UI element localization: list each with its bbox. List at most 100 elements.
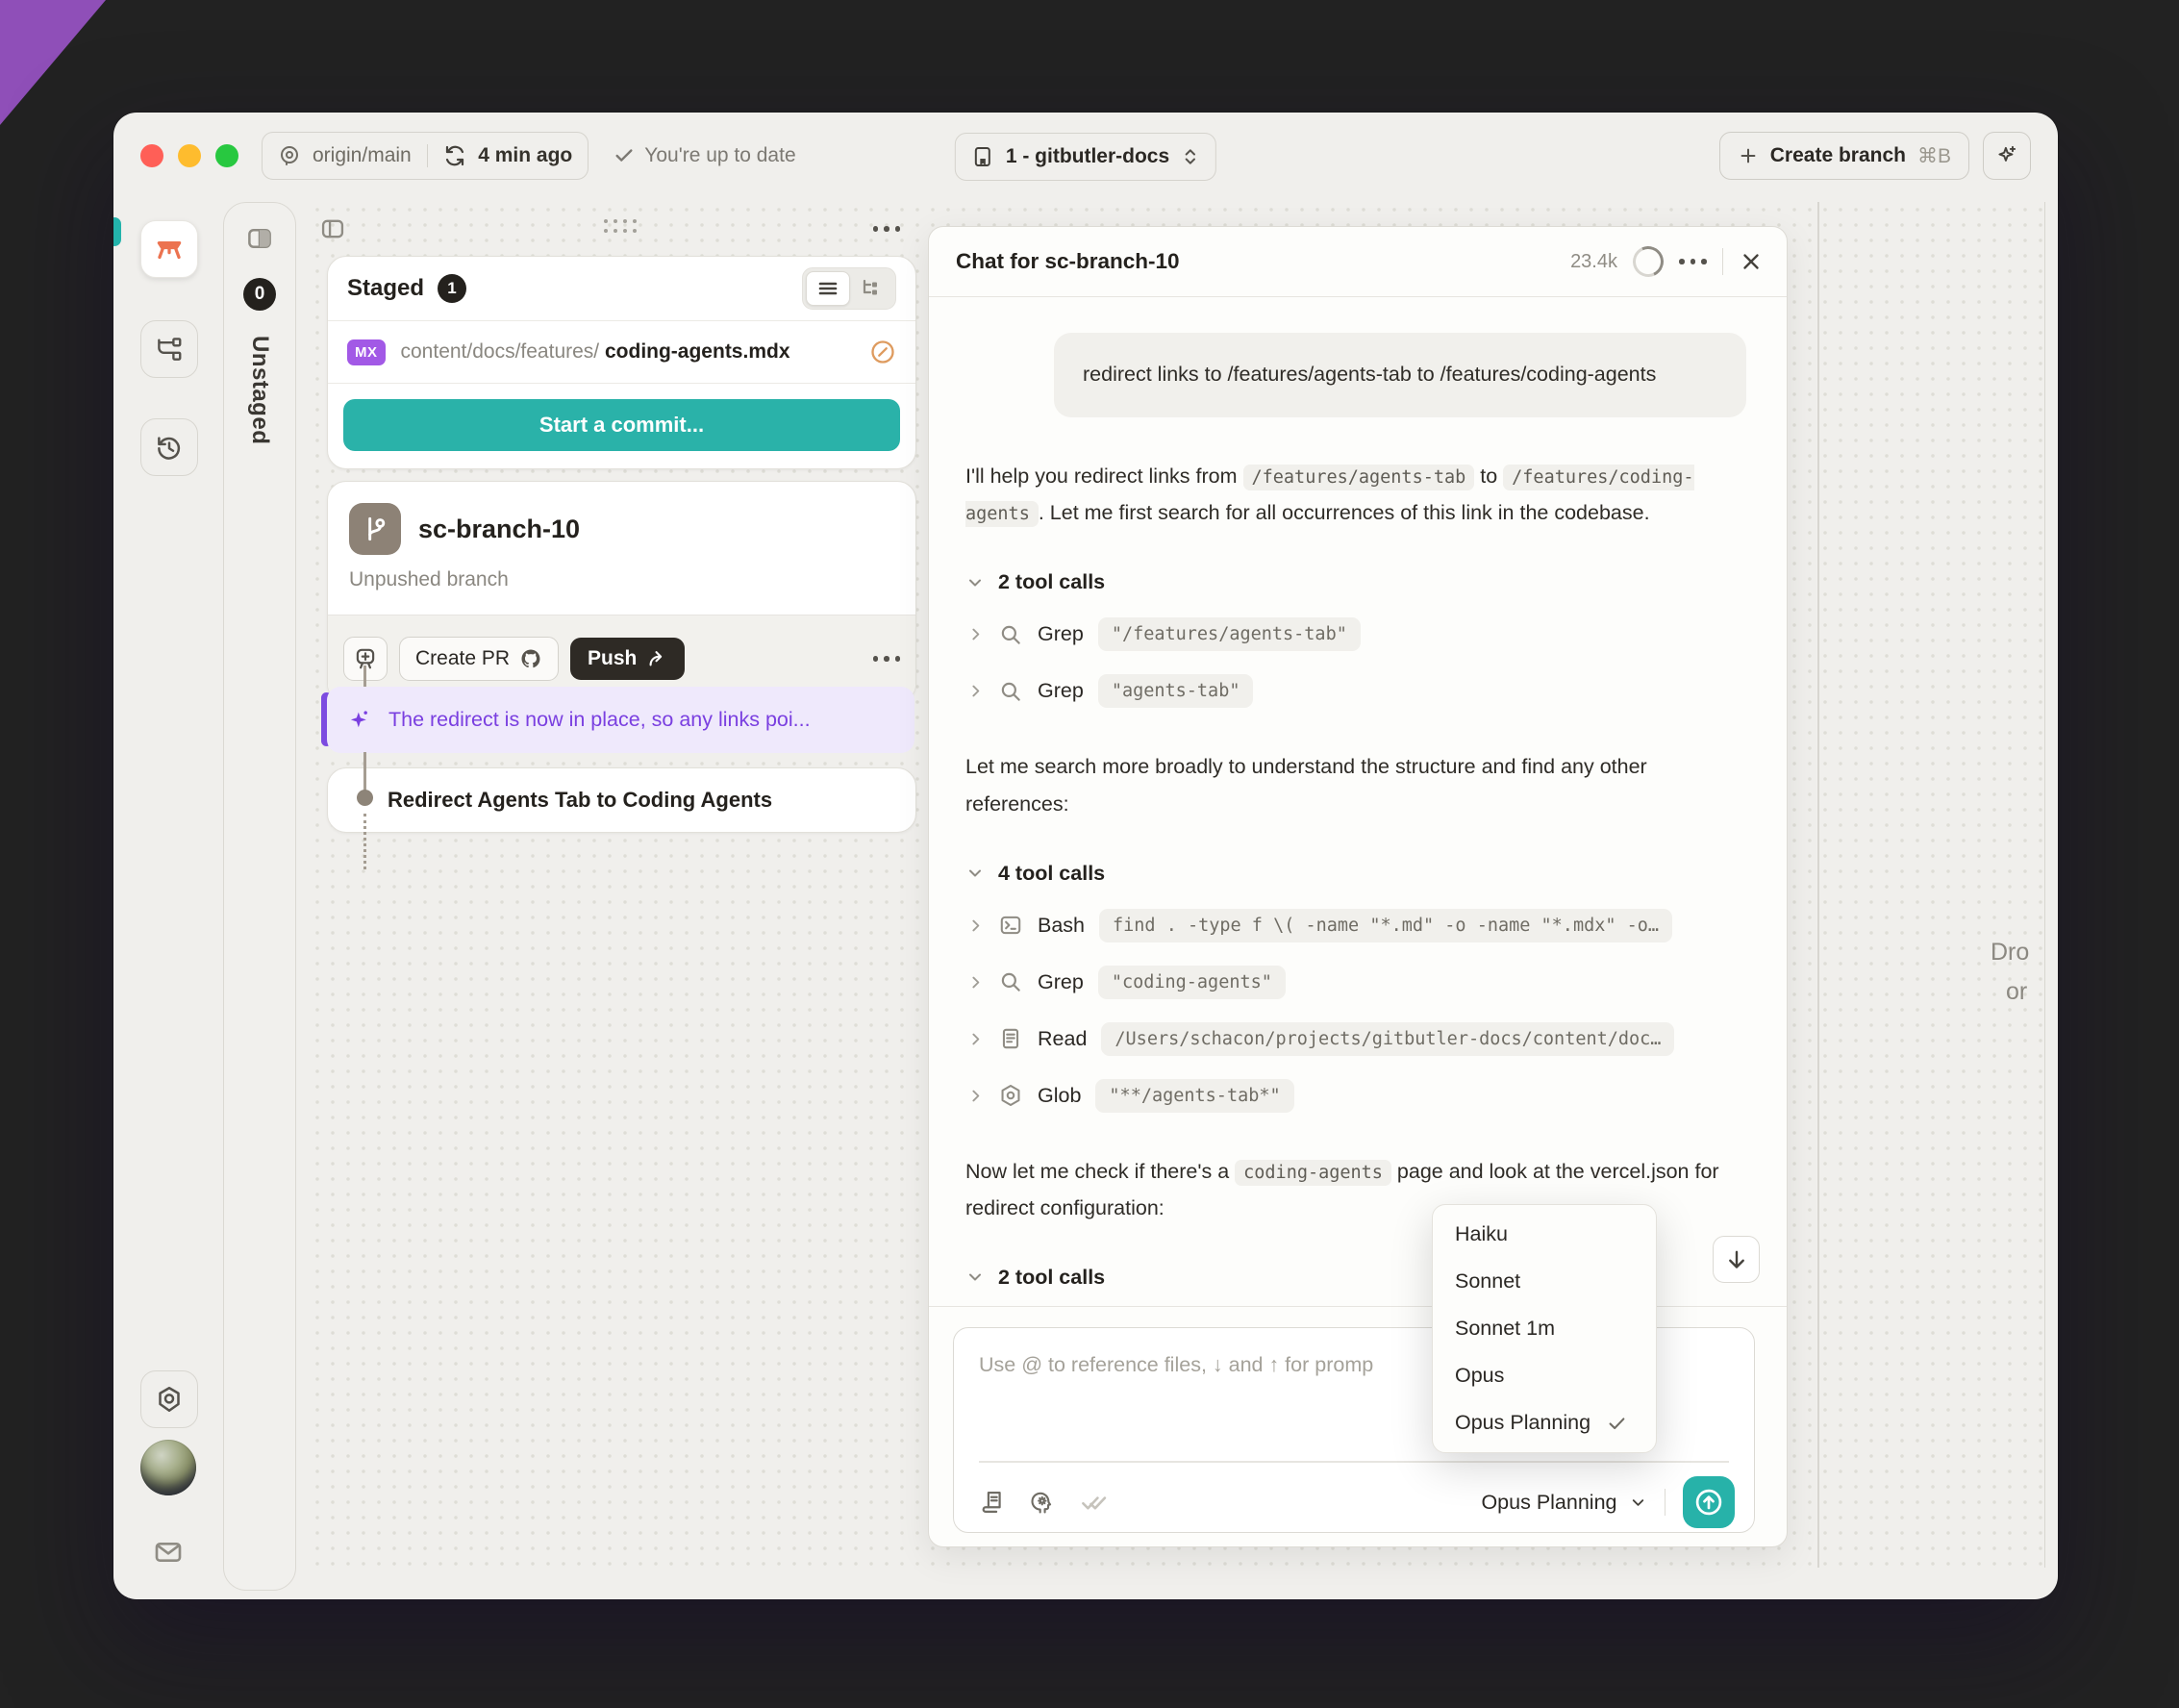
titlebar: origin/main 4 min ago You're up to date bbox=[113, 113, 2058, 199]
staged-title: Staged bbox=[347, 275, 425, 301]
chevron-down-icon bbox=[1632, 1498, 1643, 1506]
minimize-window-button[interactable] bbox=[178, 144, 201, 167]
commit-dot bbox=[357, 790, 373, 806]
push-button[interactable]: Push bbox=[570, 638, 686, 680]
token-count: 23.4k bbox=[1570, 250, 1617, 272]
feedback-button[interactable] bbox=[140, 1524, 196, 1580]
history-icon bbox=[158, 437, 181, 460]
tool-call-row[interactable]: Read /Users/schacon/projects/gitbutler-d… bbox=[965, 1021, 1746, 1056]
settings-button[interactable] bbox=[140, 1370, 198, 1428]
list-view-button[interactable] bbox=[806, 271, 850, 306]
staged-file-row[interactable]: MX content/docs/features/ coding-agents.… bbox=[328, 321, 915, 384]
commit-graph-line bbox=[363, 752, 366, 792]
staged-card: Staged 1 MX content/docs/features/ codin… bbox=[327, 256, 916, 469]
tool-arg-chip: /Users/schacon/projects/gitbutler-docs/c… bbox=[1101, 1021, 1675, 1056]
prompt-templates-icon[interactable] bbox=[979, 1489, 1006, 1516]
hexagon-glob-icon bbox=[1001, 1085, 1020, 1107]
divider bbox=[929, 1305, 1787, 1307]
send-button[interactable] bbox=[1683, 1476, 1735, 1528]
sidebar-item-branches[interactable] bbox=[140, 320, 198, 378]
ai-summary-row[interactable]: The redirect is now in place, so any lin… bbox=[327, 687, 914, 753]
tool-group-header[interactable]: 4 tool calls bbox=[965, 862, 1746, 886]
remote-name: origin/main bbox=[313, 144, 412, 166]
sync-icon bbox=[443, 144, 466, 167]
model-option-opus[interactable]: Opus bbox=[1433, 1352, 1656, 1399]
chat-header: Chat for sc-branch-10 23.4k bbox=[929, 227, 1787, 297]
divider bbox=[1664, 1489, 1666, 1516]
sidebar-item-history[interactable] bbox=[140, 418, 198, 476]
gitbutler-window: origin/main 4 min ago You're up to date bbox=[113, 113, 2058, 1599]
tool-call-row[interactable]: Glob "**/agents-tab*" bbox=[965, 1078, 1746, 1113]
avatar[interactable] bbox=[140, 1440, 196, 1495]
chat-messages[interactable]: redirect links to /features/agents-tab t… bbox=[929, 296, 1787, 1307]
branch-badge-icon bbox=[349, 503, 401, 555]
double-check-icon[interactable] bbox=[1079, 1488, 1108, 1517]
model-option-haiku[interactable]: Haiku bbox=[1433, 1211, 1656, 1258]
fetch-status-pill[interactable]: origin/main 4 min ago bbox=[262, 132, 589, 180]
chat-menu-button[interactable] bbox=[1679, 259, 1707, 264]
lane-menu-button[interactable] bbox=[872, 226, 900, 232]
zoom-window-button[interactable] bbox=[215, 144, 238, 167]
project-selector[interactable]: 1 - gitbutler-docs bbox=[954, 133, 1217, 181]
sidebar-item-workspace[interactable] bbox=[140, 220, 198, 278]
chevron-updown-icon bbox=[1181, 147, 1200, 166]
branches-icon bbox=[158, 338, 182, 361]
tool-arg-chip: "/features/agents-tab" bbox=[1097, 617, 1361, 652]
staged-header: Staged 1 bbox=[328, 257, 915, 321]
model-option-sonnet[interactable]: Sonnet bbox=[1433, 1258, 1656, 1305]
chevron-right-icon bbox=[972, 1033, 980, 1044]
desktop-wallpaper: origin/main 4 min ago You're up to date bbox=[0, 0, 2179, 1708]
chevron-right-icon bbox=[972, 685, 980, 697]
search-icon bbox=[1001, 682, 1020, 701]
model-selector[interactable]: Opus Planning bbox=[1481, 1491, 1646, 1515]
scroll-to-bottom-button[interactable] bbox=[1713, 1236, 1760, 1283]
document-icon bbox=[1002, 1028, 1019, 1049]
traffic-lights bbox=[140, 144, 238, 167]
remote-icon bbox=[278, 144, 301, 167]
ai-model-brain-icon[interactable] bbox=[1029, 1489, 1056, 1516]
terminal-icon bbox=[1000, 916, 1021, 935]
tool-group-header[interactable]: 2 tool calls bbox=[965, 570, 1746, 594]
expand-panel-icon[interactable] bbox=[245, 224, 274, 253]
plus-icon bbox=[1738, 145, 1759, 166]
model-option-sonnet-1m[interactable]: Sonnet 1m bbox=[1433, 1305, 1656, 1352]
start-commit-button[interactable]: Start a commit... bbox=[343, 399, 900, 451]
user-message-bubble: redirect links to /features/agents-tab t… bbox=[1054, 333, 1746, 417]
tool-call-group: 2 tool calls Grep "/features/agents-tab"… bbox=[965, 570, 1746, 709]
unstaged-label: Unstaged bbox=[247, 336, 273, 445]
close-chat-button[interactable] bbox=[1739, 249, 1764, 274]
create-branch-shortcut: ⌘B bbox=[1916, 144, 1951, 167]
assistant-paragraph: I'll help you redirect links from /featu… bbox=[965, 458, 1746, 532]
drag-handle[interactable] bbox=[604, 219, 642, 239]
tool-call-row[interactable]: Grep "agents-tab" bbox=[965, 674, 1746, 709]
check-icon bbox=[1609, 1417, 1625, 1429]
collapse-panel-icon[interactable] bbox=[319, 215, 346, 242]
close-window-button[interactable] bbox=[140, 144, 163, 167]
tree-view-button[interactable] bbox=[850, 271, 892, 304]
create-branch-button[interactable]: Create branch ⌘B bbox=[1718, 132, 1969, 180]
context-usage-ring bbox=[1628, 241, 1668, 282]
tool-call-row[interactable]: Grep "coding-agents" bbox=[965, 965, 1746, 999]
search-icon bbox=[1001, 625, 1020, 644]
ai-sparkle-button[interactable] bbox=[1983, 132, 2031, 180]
tool-arg-chip: "agents-tab" bbox=[1097, 674, 1254, 709]
create-pr-button[interactable]: Create PR bbox=[399, 637, 560, 681]
create-branch-label: Create branch bbox=[1769, 144, 1906, 166]
branch-menu-button[interactable] bbox=[872, 656, 900, 662]
sync-status-label: You're up to date bbox=[644, 144, 796, 166]
push-arrow-icon bbox=[649, 651, 663, 666]
chevron-down-icon bbox=[969, 1273, 981, 1281]
chat-title: Chat for sc-branch-10 bbox=[956, 249, 1180, 273]
model-option-opus-planning[interactable]: Opus Planning bbox=[1433, 1399, 1656, 1446]
commit-row[interactable]: Redirect Agents Tab to Coding Agents bbox=[327, 767, 916, 833]
search-icon bbox=[1001, 972, 1020, 992]
tool-call-row[interactable]: Bash find . -type f \( -name "*.md" -o -… bbox=[965, 908, 1746, 942]
branch-name[interactable]: sc-branch-10 bbox=[418, 515, 580, 544]
modified-status-icon bbox=[869, 339, 896, 365]
unstaged-panel-collapsed[interactable]: 0 Unstaged bbox=[223, 202, 296, 1591]
arrow-down-icon bbox=[1728, 1250, 1744, 1268]
tool-call-row[interactable]: Grep "/features/agents-tab" bbox=[965, 617, 1746, 652]
inline-code: /features/agents-tab bbox=[1242, 464, 1475, 490]
chevron-right-icon bbox=[972, 1090, 980, 1101]
chevron-down-icon bbox=[969, 579, 981, 587]
